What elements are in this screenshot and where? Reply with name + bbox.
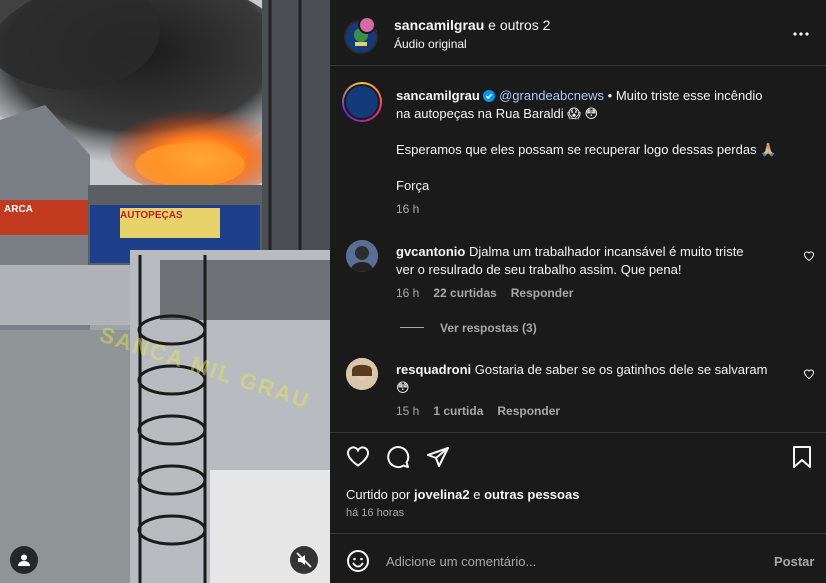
comment-like-icon[interactable] <box>803 250 815 261</box>
comment-author[interactable]: gvcantonio <box>396 244 465 259</box>
liked-by-user[interactable]: jovelina2 <box>414 487 470 502</box>
header-author[interactable]: sancamilgrau <box>394 17 484 33</box>
replies-line <box>400 327 424 328</box>
comment-icon[interactable] <box>386 445 410 469</box>
caption-author[interactable]: sancamilgrau <box>396 88 480 103</box>
commenter-avatar[interactable] <box>346 358 378 390</box>
comment-text-line1: Gostaria de saber se os gatinhos dele se… <box>474 362 768 377</box>
post-viewer: AUTOPEÇAS ARCA SANCA MIL GRAU sancamilgr… <box>0 0 826 583</box>
header-connector[interactable]: e outros 2 <box>488 17 550 33</box>
comment-like-icon[interactable] <box>803 368 815 379</box>
more-icon[interactable] <box>792 26 810 42</box>
store-sign: AUTOPEÇAS <box>120 210 183 221</box>
comment-likes[interactable]: 22 curtidas <box>433 286 496 300</box>
post-date[interactable]: há 16 horas <box>346 507 404 519</box>
view-replies-button[interactable]: Ver respostas (3) <box>440 321 537 335</box>
comment-text-line2: ver o resulrado de seu trabalho assim. Q… <box>396 262 682 277</box>
caption-para2: Esperamos que eles possam se recuperar l… <box>396 142 777 157</box>
header-divider <box>330 65 826 66</box>
comment-item: resquadroni Gostaria de saber se os gati… <box>396 361 796 397</box>
caption-mention[interactable]: @grandeabcnews <box>499 88 604 103</box>
post-details-panel: sancamilgrau e outros 2 Áudio original s… <box>330 0 826 583</box>
comment-item: gvcantonio Djalma um trabalhador incansá… <box>396 243 796 279</box>
left-sign: ARCA <box>4 204 33 215</box>
fire-scene-video-frame <box>0 0 330 583</box>
comment-time[interactable]: 16 h <box>396 286 419 300</box>
header-title: sancamilgrau e outros 2 <box>394 17 550 33</box>
audio-label[interactable]: Áudio original <box>394 37 467 51</box>
commenter-avatar[interactable] <box>346 240 378 272</box>
composer-divider <box>330 533 826 534</box>
user-tag-icon[interactable] <box>10 546 38 574</box>
post-comment-button[interactable]: Postar <box>774 554 814 569</box>
comment-text-line1: Djalma um trabalhador incansável é muito… <box>468 244 744 259</box>
comment-meta: 16 h 22 curtidas Responder <box>396 286 573 300</box>
comment-input[interactable] <box>386 548 756 574</box>
liked-by-middle: e <box>473 487 481 502</box>
comment-time[interactable]: 15 h <box>396 404 419 418</box>
caption-text: sancamilgrau @grandeabcnews • Muito tris… <box>396 87 816 195</box>
caption-line1: • Muito triste esse incêndio <box>604 88 763 103</box>
comment-likes[interactable]: 1 curtida <box>433 404 483 418</box>
heart-icon[interactable] <box>346 445 370 467</box>
share-icon[interactable] <box>426 445 450 469</box>
collaborator-avatar[interactable] <box>358 16 376 34</box>
caption-para3: Força <box>396 178 430 193</box>
verified-badge-icon <box>483 90 496 102</box>
comment-meta: 15 h 1 curtida Responder <box>396 404 560 418</box>
liked-by-others[interactable]: outras pessoas <box>484 487 579 502</box>
bookmark-icon[interactable] <box>792 445 812 469</box>
liked-by: Curtido por jovelina2 e outras pessoas <box>346 487 579 502</box>
caption-line2: na autopeças na Rua Baraldi 😱 😳 <box>396 106 599 121</box>
comment-author[interactable]: resquadroni <box>396 362 471 377</box>
comment-reply-button[interactable]: Responder <box>511 286 574 300</box>
caption-author-avatar[interactable] <box>342 82 382 122</box>
caption-time[interactable]: 16 h <box>396 202 419 216</box>
actions-divider <box>330 432 826 433</box>
post-video[interactable]: AUTOPEÇAS ARCA SANCA MIL GRAU <box>0 0 330 583</box>
liked-by-prefix: Curtido por <box>346 487 411 502</box>
comment-text-line2: 😳 <box>396 380 410 395</box>
mute-icon[interactable] <box>290 546 318 574</box>
comment-reply-button[interactable]: Responder <box>497 404 560 418</box>
emoji-icon[interactable] <box>346 549 370 573</box>
